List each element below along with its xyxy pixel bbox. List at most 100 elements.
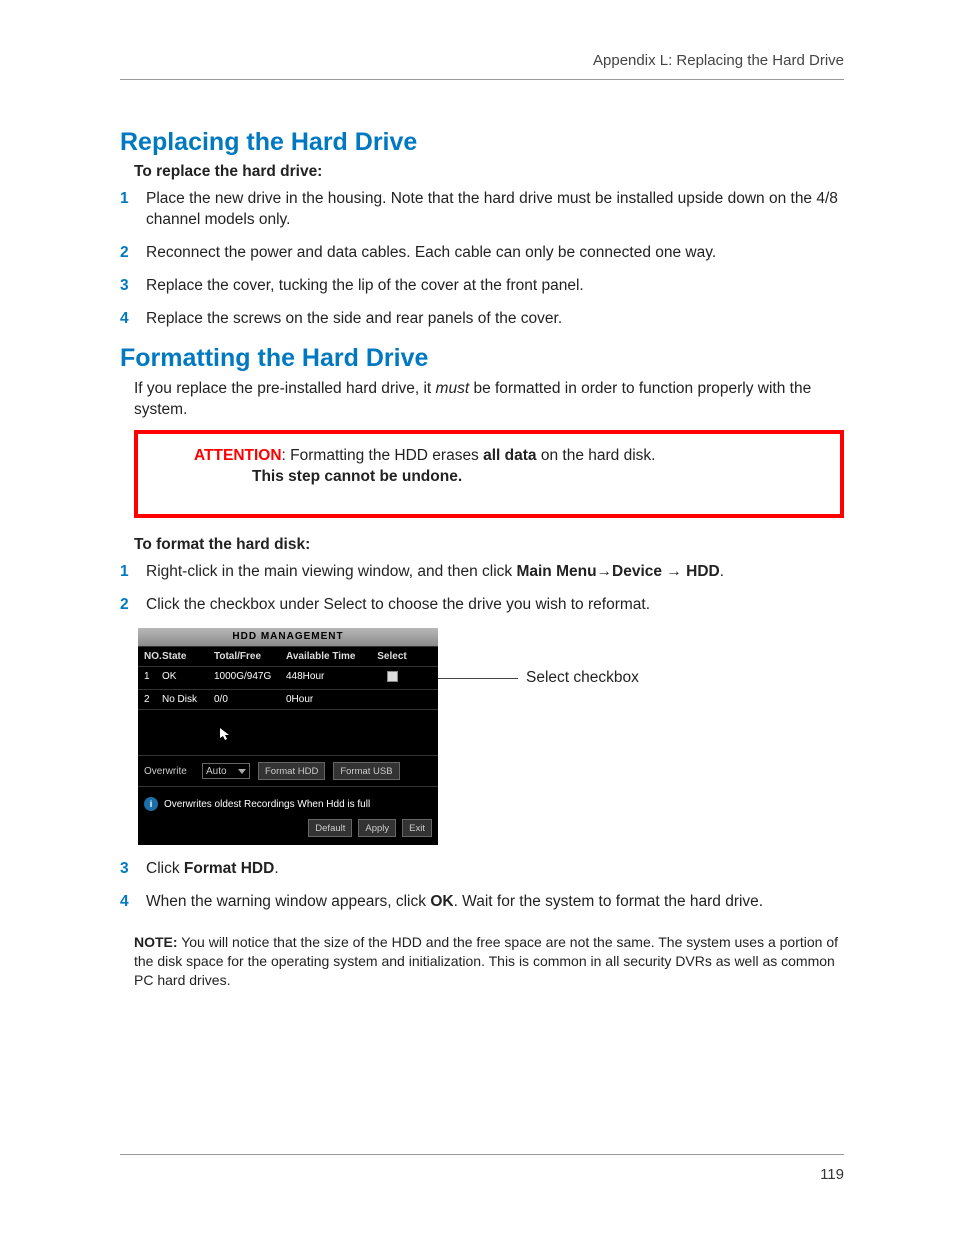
list-item: 4 When the warning window appears, click… <box>120 892 844 913</box>
dropdown-value: Auto <box>206 766 227 777</box>
cell-tf: 0/0 <box>214 694 286 705</box>
page-header: Appendix L: Replacing the Hard Drive <box>120 52 844 69</box>
info-icon: i <box>144 797 158 811</box>
footer-rule <box>120 1154 844 1155</box>
text-bold: OK <box>430 893 453 910</box>
step-text: Place the new drive in the housing. Note… <box>146 189 844 231</box>
step-number: 2 <box>120 595 146 616</box>
cell-sel <box>368 694 416 705</box>
overwrite-dropdown[interactable]: Auto <box>202 763 250 779</box>
info-row: i Overwrites oldest Recordings When Hdd … <box>138 786 438 815</box>
cell-state: No Disk <box>162 694 214 705</box>
default-button[interactable]: Default <box>308 819 352 837</box>
table-header: NO. State Total/Free Available Time Sele… <box>138 646 438 666</box>
page-number: 119 <box>820 1166 844 1183</box>
col-totalfree: Total/Free <box>214 651 286 662</box>
col-state: State <box>162 651 214 662</box>
step-text: Click the checkbox under Select to choos… <box>146 595 844 616</box>
attention-line2: This step cannot be undone. <box>252 467 826 488</box>
list-item: 3 Click Format HDD. <box>120 859 844 880</box>
attention-label: ATTENTION <box>194 447 282 464</box>
cell-tf: 1000G/947G <box>214 671 286 685</box>
attention-box: ATTENTION: Formatting the HDD erases all… <box>134 430 844 518</box>
format-steps-list-cont: 3 Click Format HDD. 4 When the warning w… <box>120 859 844 913</box>
step-number: 4 <box>120 892 146 913</box>
formatting-intro: If you replace the pre-installed hard dr… <box>134 379 844 421</box>
text-bold: Format HDD <box>184 860 274 877</box>
text-bold: Device <box>612 563 662 580</box>
section-heading-formatting: Formatting the Hard Drive <box>120 344 844 373</box>
text-italic: must <box>436 380 470 397</box>
text: . Wait for the system to format the hard… <box>454 893 764 910</box>
replace-steps-list: 1Place the new drive in the housing. Not… <box>120 189 844 330</box>
section-heading-replacing: Replacing the Hard Drive <box>120 128 844 157</box>
step-number: 3 <box>120 859 146 880</box>
overwrite-controls: Overwrite Auto Format HDD Format USB <box>138 755 438 786</box>
format-hdd-button[interactable]: Format HDD <box>258 762 325 780</box>
list-item: 3Replace the cover, tucking the lip of t… <box>120 276 844 297</box>
step-text: When the warning window appears, click O… <box>146 892 844 913</box>
arrow-icon: → <box>662 563 686 580</box>
note-paragraph: NOTE: You will notice that the size of t… <box>134 933 844 990</box>
note-label: NOTE: <box>134 934 178 950</box>
table-blank-area <box>138 709 438 755</box>
table-row: 1 OK 1000G/947G 448Hour <box>138 666 438 689</box>
chevron-down-icon <box>238 769 246 774</box>
cursor-icon <box>220 728 230 740</box>
text: Right-click in the main viewing window, … <box>146 563 516 580</box>
hdd-management-screenshot: HDD MANAGEMENT NO. State Total/Free Avai… <box>138 628 438 845</box>
list-item: 2Click the checkbox under Select to choo… <box>120 595 844 616</box>
overwrite-label: Overwrite <box>144 766 194 777</box>
col-no: NO. <box>144 651 162 662</box>
embedded-screenshot-row: HDD MANAGEMENT NO. State Total/Free Avai… <box>138 628 844 845</box>
text-bold: all data <box>483 447 536 464</box>
header-rule <box>120 79 844 80</box>
step-text: Replace the cover, tucking the lip of th… <box>146 276 844 297</box>
text: . <box>274 860 278 877</box>
apply-button[interactable]: Apply <box>358 819 396 837</box>
step-text: Click Format HDD. <box>146 859 844 880</box>
step-number: 2 <box>120 243 146 264</box>
window-title: HDD MANAGEMENT <box>138 628 438 646</box>
checkbox-icon <box>387 671 398 682</box>
cell-at: 0Hour <box>286 694 368 705</box>
step-number: 3 <box>120 276 146 297</box>
bottom-buttons: Default Apply Exit <box>138 815 438 845</box>
list-item: 1 Right-click in the main viewing window… <box>120 562 844 583</box>
text: When the warning window appears, click <box>146 893 430 910</box>
list-item: 1Place the new drive in the housing. Not… <box>120 189 844 231</box>
cell-at: 448Hour <box>286 671 368 685</box>
format-steps-list: 1 Right-click in the main viewing window… <box>120 562 844 616</box>
text: If you replace the pre-installed hard dr… <box>134 380 436 397</box>
select-checkbox[interactable] <box>368 671 416 685</box>
step-text: Reconnect the power and data cables. Eac… <box>146 243 844 264</box>
text-bold: Main Menu <box>516 563 596 580</box>
hdd-table: NO. State Total/Free Available Time Sele… <box>138 646 438 755</box>
col-availtime: Available Time <box>286 651 368 662</box>
document-page: Appendix L: Replacing the Hard Drive Rep… <box>0 0 954 1235</box>
cell-state: OK <box>162 671 214 685</box>
text: on the hard disk. <box>537 447 656 464</box>
text: : Formatting the HDD erases <box>282 447 484 464</box>
col-select: Select <box>368 651 416 662</box>
cell-no: 2 <box>144 694 162 705</box>
callout-label: Select checkbox <box>526 669 639 687</box>
step-text: Replace the screws on the side and rear … <box>146 309 844 330</box>
attention-line1: ATTENTION: Formatting the HDD erases all… <box>194 446 826 467</box>
step-text: Right-click in the main viewing window, … <box>146 562 844 583</box>
arrow-icon: → <box>597 563 613 580</box>
step-number: 1 <box>120 189 146 231</box>
step-number: 1 <box>120 562 146 583</box>
step-number: 4 <box>120 309 146 330</box>
callout-line <box>438 678 518 679</box>
exit-button[interactable]: Exit <box>402 819 432 837</box>
text-bold: HDD <box>686 563 720 580</box>
list-item: 4Replace the screws on the side and rear… <box>120 309 844 330</box>
replace-intro: To replace the hard drive: <box>134 163 844 181</box>
text: Click <box>146 860 184 877</box>
format-usb-button[interactable]: Format USB <box>333 762 399 780</box>
cell-no: 1 <box>144 671 162 685</box>
list-item: 2Reconnect the power and data cables. Ea… <box>120 243 844 264</box>
note-text: You will notice that the size of the HDD… <box>134 934 838 988</box>
text: . <box>720 563 724 580</box>
